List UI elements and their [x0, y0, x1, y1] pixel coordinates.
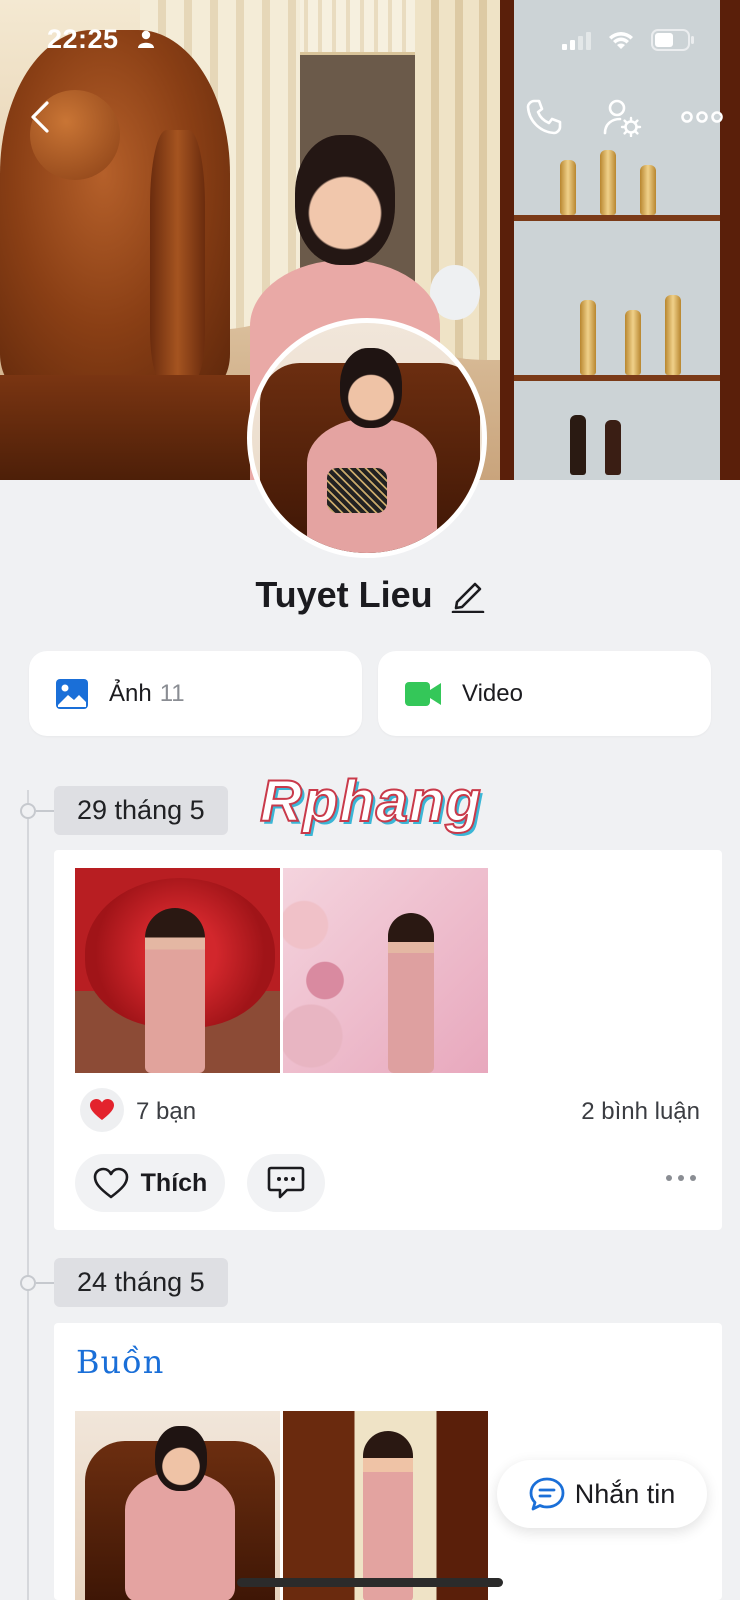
post-more-icon[interactable] [664, 1172, 698, 1184]
message-label: Nhắn tin [574, 1478, 676, 1509]
reaction-row: 7 bạn 2 bình luận [80, 1088, 700, 1136]
videos-label: Video [462, 679, 523, 707]
timeline-tick [36, 1282, 54, 1284]
cover-vase [150, 130, 205, 380]
cover-bottle [625, 310, 641, 375]
cover-shelf [514, 215, 720, 221]
back-icon [31, 101, 49, 133]
cover-bottle [665, 295, 681, 375]
post-photo[interactable] [283, 868, 488, 1073]
cover-bottle [580, 300, 596, 375]
photos-button[interactable]: Ảnh 11 [29, 651, 362, 736]
like-count[interactable]: 7 bạn [136, 1098, 196, 1126]
cover-person-head [295, 135, 395, 265]
timeline-dot [20, 803, 36, 819]
cover-bottle [570, 415, 586, 475]
timeline-line [27, 790, 29, 1600]
post-photo[interactable] [283, 1411, 488, 1600]
cover-bottle [640, 165, 656, 215]
timeline-date: 24 tháng 5 [54, 1258, 228, 1307]
profile-avatar[interactable] [247, 318, 487, 558]
timeline-dot [20, 1275, 36, 1291]
status-bar: 22:25 [0, 0, 740, 80]
timeline-post: 7 bạn 2 bình luận Thích [54, 850, 722, 1230]
wifi-icon [609, 32, 633, 49]
comment-button[interactable] [247, 1154, 325, 1212]
photos-count: 11 [159, 679, 185, 707]
battery-icon [651, 29, 694, 51]
timeline-tick [36, 810, 54, 812]
avatar-handbag [327, 468, 387, 513]
photo-person [145, 908, 205, 1073]
cellular-signal-icon [562, 32, 591, 50]
call-button[interactable] [522, 95, 566, 139]
photo-person [388, 913, 434, 1073]
post-title: Buồn [76, 1343, 165, 1381]
heart-icon [90, 1099, 114, 1120]
like-label: Thích [140, 1168, 208, 1197]
post-photo[interactable] [75, 868, 280, 1073]
video-camera-icon [405, 681, 441, 706]
photo-person-head [155, 1426, 207, 1491]
comment-count[interactable]: 2 bình luận [581, 1098, 700, 1126]
photo-person [363, 1431, 413, 1600]
videos-button[interactable]: Video [378, 651, 711, 736]
image-icon [56, 678, 88, 709]
post-photo[interactable] [75, 1411, 280, 1600]
status-time: 22:25 [47, 24, 119, 54]
profile-settings-button[interactable] [600, 95, 644, 139]
cover-bottle [605, 420, 621, 475]
more-icon [681, 111, 723, 123]
timeline-date: 29 tháng 5 [54, 786, 228, 835]
profile-settings-icon [603, 99, 642, 137]
avatar-head [340, 348, 402, 428]
profile-name: Tuyet Lieu [255, 574, 433, 615]
phone-icon [526, 99, 562, 135]
comment-icon [267, 1166, 305, 1199]
more-options-button[interactable] [680, 95, 724, 139]
heart-reaction-badge[interactable] [80, 1088, 124, 1132]
back-button[interactable] [18, 95, 62, 139]
balloons [283, 888, 353, 1073]
heart-outline-icon [93, 1167, 128, 1198]
watermark-text: Rphang [259, 768, 482, 835]
photos-label-text: Ảnh [109, 679, 152, 707]
photos-label: Ảnh 11 [109, 680, 185, 708]
profile-name-row: Tuyet Lieu [0, 570, 740, 620]
cover-shelf [514, 375, 720, 381]
edit-icon[interactable] [451, 577, 485, 613]
person-status-icon [138, 30, 154, 48]
cover-table [0, 375, 250, 480]
like-button[interactable]: Thích [75, 1154, 225, 1212]
cover-bottle [560, 160, 576, 215]
cover-bottle [600, 150, 616, 215]
home-indicator[interactable] [237, 1578, 503, 1587]
message-button[interactable]: Nhắn tin [497, 1460, 707, 1528]
chat-icon [529, 1477, 565, 1511]
